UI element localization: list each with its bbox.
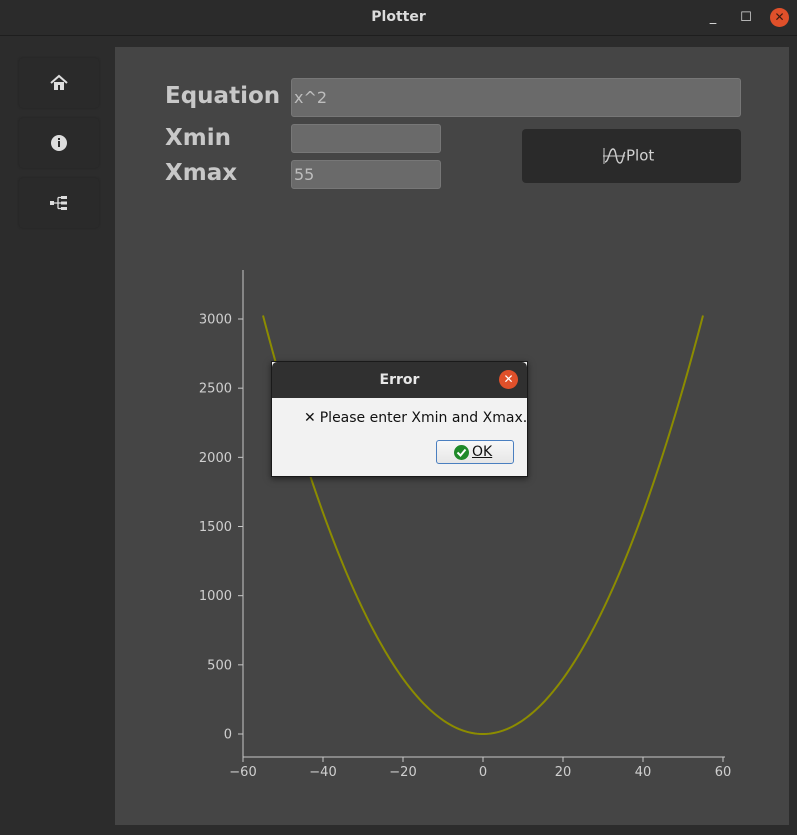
y-tick-label: 2500	[199, 382, 232, 397]
dialog-title-bar: Error ✕	[272, 362, 527, 398]
y-tick-label: 2000	[199, 451, 232, 466]
error-dialog: Error ✕ ✕ Please enter Xmin and Xmax. OK	[271, 361, 528, 477]
x-tick-label: −20	[389, 765, 416, 780]
ok-button[interactable]: OK	[436, 440, 514, 464]
dialog-message-text: Please enter Xmin and Xmax.	[319, 410, 528, 426]
ok-button-label: OK	[472, 444, 493, 460]
error-x-icon: ✕	[304, 410, 316, 426]
y-tick-label: 500	[207, 658, 232, 673]
y-tick-label: 1000	[199, 589, 232, 604]
x-tick-label: 60	[715, 765, 732, 780]
x-tick-label: 0	[479, 765, 487, 780]
dialog-close-icon[interactable]: ✕	[499, 370, 518, 389]
y-tick-label: 0	[224, 728, 232, 743]
y-tick-label: 1500	[199, 520, 232, 535]
x-tick-label: 40	[635, 765, 652, 780]
y-tick-label: 3000	[199, 313, 232, 328]
x-tick-label: −40	[309, 765, 336, 780]
dialog-message: ✕ Please enter Xmin and Xmax.	[304, 410, 527, 426]
x-tick-label: −60	[229, 765, 256, 780]
x-tick-label: 20	[555, 765, 572, 780]
check-icon	[454, 445, 469, 460]
dialog-title: Error	[379, 372, 420, 388]
